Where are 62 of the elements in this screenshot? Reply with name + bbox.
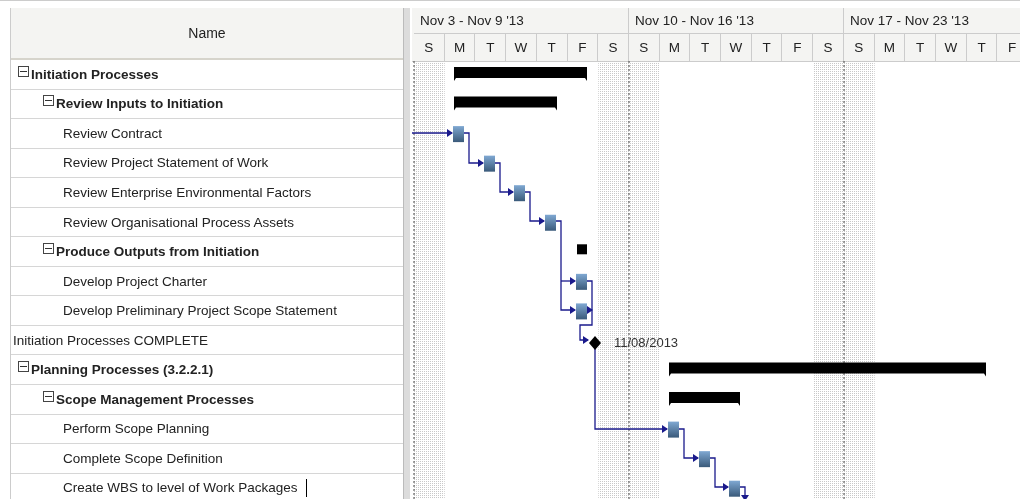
day-header: T — [966, 34, 998, 61]
dependency-arrow — [524, 191, 545, 225]
task-name: Produce Outputs from Initiation — [56, 244, 260, 260]
task-name: Create WBS to level of Work Packages — [63, 480, 298, 496]
task-name: Develop Project Charter — [63, 273, 208, 289]
week-header: Nov 3 - Nov 9 '13 — [414, 8, 629, 34]
task-bar[interactable] — [699, 451, 710, 468]
milestone-diamond[interactable] — [589, 335, 601, 350]
day-header: W — [506, 34, 537, 61]
task-name: Review Contract — [63, 125, 163, 141]
task-name: Perform Scope Planning — [63, 421, 210, 437]
task-name: Review Inputs to Initiation — [56, 96, 224, 112]
day-header: T — [751, 34, 783, 61]
summary-bar[interactable] — [454, 67, 587, 81]
collapse-icon[interactable] — [18, 65, 29, 77]
summary-bar[interactable] — [577, 244, 587, 255]
task-name: Review Enterprise Environmental Factors — [63, 184, 312, 200]
column-header[interactable]: Name — [11, 8, 403, 60]
week-header: Nov 10 - Nov 16 '13 — [629, 8, 844, 34]
dependency-arrow — [678, 428, 699, 462]
day-header: T — [536, 34, 568, 61]
day-header: T — [475, 34, 507, 61]
task-name: Initiation Processes — [31, 66, 159, 82]
day-header: F — [567, 34, 599, 61]
summary-bar[interactable] — [669, 392, 740, 407]
day-header: M — [874, 34, 906, 61]
task-bar[interactable] — [514, 185, 525, 202]
day-header: W — [721, 34, 752, 61]
dependency-arrow — [494, 162, 514, 196]
collapse-icon[interactable] — [18, 361, 29, 373]
task-name: Develop Preliminary Project Scope Statement — [63, 303, 337, 319]
task-name: Review Project Statement of Work — [63, 155, 269, 171]
collapse-icon[interactable] — [43, 243, 54, 255]
day-header: T — [690, 34, 722, 61]
milestone-date: 11/08/2013 — [614, 334, 679, 350]
task-name: Review Organisational Process Assets — [63, 214, 295, 230]
task-bar[interactable] — [668, 421, 679, 438]
day-header: W — [935, 34, 967, 61]
dependency-arrow — [463, 132, 484, 167]
week-header: Nov 17 - Nov 23 '13 — [844, 8, 1020, 34]
task-name: Planning Processes (3.2.2.1) — [31, 362, 214, 378]
task-bar[interactable] — [729, 480, 740, 497]
task-bar[interactable] — [576, 273, 587, 290]
task-bar[interactable] — [576, 303, 587, 320]
task-bar[interactable] — [545, 214, 556, 231]
task-name: Scope Management Processes — [56, 391, 255, 407]
task-name: Initiation Processes COMPLETE — [13, 332, 209, 348]
collapse-icon[interactable] — [43, 390, 54, 402]
day-header: F — [782, 34, 814, 61]
dependency-arrow — [739, 486, 749, 499]
summary-bar[interactable] — [669, 362, 986, 377]
collapse-icon[interactable] — [43, 95, 54, 107]
dependency-arrow — [412, 129, 453, 137]
day-header: T — [905, 34, 936, 61]
dependency-arrow — [709, 457, 729, 491]
task-bar[interactable] — [453, 126, 464, 143]
task-bar[interactable] — [484, 155, 495, 172]
task-name: Complete Scope Definition — [63, 450, 223, 466]
summary-bar[interactable] — [454, 96, 557, 111]
day-header: M — [444, 34, 476, 61]
day-header: F — [997, 34, 1020, 61]
day-header: M — [659, 34, 691, 61]
